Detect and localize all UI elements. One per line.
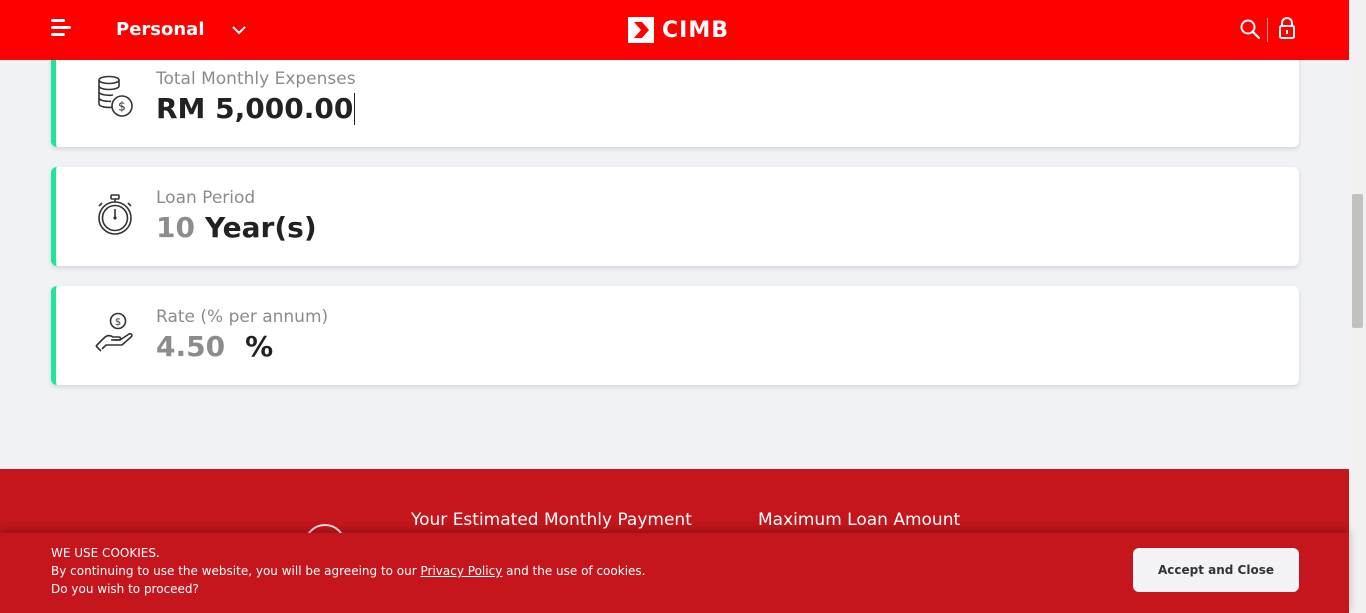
expenses-label: Total Monthly Expenses (156, 69, 356, 89)
rate-card: $ Rate (% per annum) 4.50 % (51, 286, 1299, 385)
rate-unit: % (245, 330, 274, 363)
cimb-logo[interactable]: CIMB (628, 17, 729, 43)
lock-icon[interactable] (1276, 16, 1298, 40)
logo-text: CIMB (662, 17, 729, 43)
chevron-down-icon[interactable] (231, 24, 247, 36)
cookie-message: WE USE COOKIES. By continuing to use the… (51, 544, 645, 598)
search-icon[interactable] (1239, 18, 1261, 40)
expenses-value[interactable]: RM 5,000.00 (156, 92, 353, 125)
loan-period-card: Loan Period 10 Year(s) (51, 167, 1299, 266)
cimb-logo-mark-icon (628, 17, 654, 43)
text-caret (354, 92, 356, 125)
privacy-policy-link[interactable]: Privacy Policy (421, 564, 503, 578)
cookie-line-1-suffix: and the use of cookies. (506, 564, 646, 578)
svg-text:$: $ (118, 100, 126, 114)
segment-selector-label[interactable]: Personal (116, 19, 205, 40)
header-divider (1267, 18, 1268, 42)
max-loan-label: Maximum Loan Amount (758, 510, 961, 530)
cookie-title: WE USE COOKIES. (51, 546, 160, 560)
top-header: Personal CIMB (0, 0, 1349, 60)
cookie-line-2: Do you wish to proceed? (51, 582, 199, 596)
loan-period-unit: Year(s) (204, 211, 317, 244)
cookie-line-1-prefix: By continuing to use the website, you wi… (51, 564, 417, 578)
monthly-payment-label: Your Estimated Monthly Payment (411, 510, 692, 530)
expenses-card: $ Total Monthly Expenses RM 5,000.00 (51, 48, 1299, 147)
rate-label: Rate (% per annum) (156, 307, 329, 327)
rate-input[interactable]: 4.50 (156, 330, 225, 363)
stopwatch-icon (98, 194, 132, 235)
hand-coin-icon: $ (95, 312, 133, 352)
coins-stack-icon: $ (98, 75, 133, 117)
accept-and-close-button[interactable]: Accept and Close (1133, 548, 1299, 592)
cookie-banner: WE USE COOKIES. By continuing to use the… (0, 533, 1349, 613)
loan-period-input[interactable]: 10 (156, 211, 195, 244)
expenses-input[interactable]: RM 5,000.00 (156, 92, 356, 125)
rate-field: 4.50 % (156, 330, 273, 363)
cookie-line-1: By continuing to use the website, you wi… (51, 562, 645, 580)
svg-text:$: $ (115, 317, 121, 328)
scrollbar-thumb[interactable] (1352, 194, 1363, 328)
loan-period-label: Loan Period (156, 188, 256, 208)
loan-period-field: 10 Year(s) (156, 211, 317, 244)
hamburger-menu-icon[interactable] (51, 19, 73, 39)
